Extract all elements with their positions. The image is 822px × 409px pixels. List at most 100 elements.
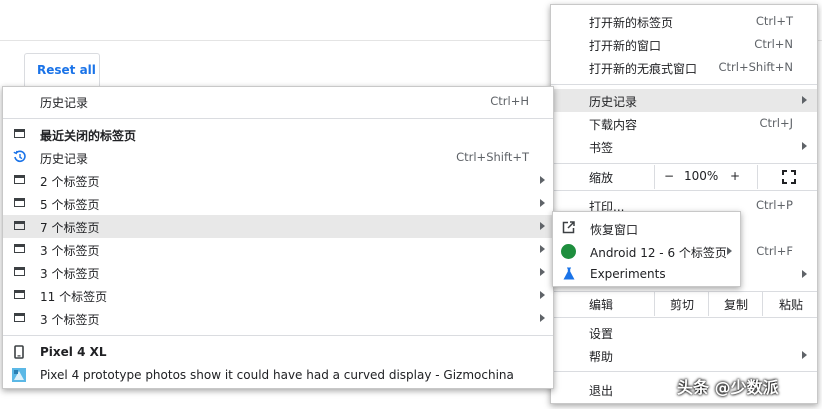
zoom-out-button[interactable]: − <box>654 165 683 189</box>
experiments-label: Experiments <box>590 267 666 281</box>
zoom-out-label: − <box>663 169 675 183</box>
tab-group-label: 11 个标签页 <box>40 290 108 304</box>
menu-item-settings[interactable]: 设置 <box>551 321 817 344</box>
history-label: 历史记录 <box>589 95 638 109</box>
downloads-shortcut: Ctrl+J <box>759 116 794 130</box>
menu-item-zoom: 缩放 − 100% + <box>551 165 817 189</box>
menu-item-bookmarks[interactable]: 书签 <box>551 135 817 158</box>
recently-closed-header: 最近关闭的标签页 <box>3 123 553 146</box>
device-header: Pixel 4 XL <box>3 341 553 364</box>
copy-button[interactable]: 复制 <box>708 292 763 316</box>
reset-all-tab[interactable]: Reset all <box>24 53 100 87</box>
menu-separator <box>551 163 817 164</box>
copy-label: 复制 <box>723 298 748 312</box>
tab-icon <box>14 175 25 184</box>
cut-button[interactable]: 剪切 <box>654 292 709 316</box>
tab-group-item[interactable]: 5 个标签页 <box>3 192 553 215</box>
submenu-arrow-icon <box>802 270 807 278</box>
menu-separator <box>551 84 817 85</box>
submenu-arrow-icon <box>802 142 807 150</box>
flask-icon <box>563 267 575 280</box>
menu-separator <box>551 190 817 191</box>
tab-group-item[interactable]: 3 个标签页 <box>3 261 553 284</box>
cut-label: 剪切 <box>669 298 694 312</box>
submenu-arrow-icon <box>540 245 545 253</box>
menu-item-new-tab[interactable]: 打开新的标签页 Ctrl+T <box>551 10 817 33</box>
zoom-in-label: + <box>729 169 741 183</box>
menu-item-help[interactable]: 帮助 <box>551 344 817 367</box>
history-header-label: 历史记录 <box>40 96 89 110</box>
menu-item-downloads[interactable]: 下载内容 Ctrl+J <box>551 112 817 135</box>
tab-group-item[interactable]: 3 个标签页 <box>3 238 553 261</box>
edit-label: 编辑 <box>589 298 614 312</box>
android-group-item[interactable]: Android 12 - 6 个标签页 <box>553 240 740 263</box>
window-menu: 恢复窗口 Android 12 - 6 个标签页 Experiments <box>552 211 741 287</box>
tab-group-item[interactable]: 7 个标签页 <box>3 215 553 238</box>
android-group-label: Android 12 - 6 个标签页 <box>590 246 727 260</box>
menu-separator <box>551 371 817 372</box>
tab-icon <box>14 129 25 138</box>
new-incognito-label: 打开新的无痕式窗口 <box>589 62 698 76</box>
paste-button[interactable]: 粘贴 <box>762 292 819 316</box>
reset-all-label: Reset all <box>37 63 96 77</box>
history-menu: 历史记录 Ctrl+H 最近关闭的标签页 历史记录 Ctrl+Shift+T 2… <box>2 86 554 389</box>
history-item-label: 历史记录 <box>40 152 89 166</box>
menu-separator <box>3 335 553 336</box>
tab-group-label: 7 个标签页 <box>40 221 100 235</box>
submenu-arrow-icon <box>540 222 545 230</box>
menu-separator <box>3 118 553 119</box>
print-shortcut: Ctrl+P <box>755 198 793 212</box>
history-item[interactable]: 历史记录 Ctrl+Shift+T <box>3 146 553 169</box>
new-window-label: 打开新的窗口 <box>589 39 662 53</box>
submenu-arrow-icon <box>540 314 545 322</box>
exit-label: 退出 <box>589 384 614 398</box>
tab-group-label: 3 个标签页 <box>40 267 100 281</box>
submenu-arrow-icon <box>540 199 545 207</box>
tab-icon <box>14 267 25 276</box>
zoom-in-button[interactable]: + <box>723 165 747 189</box>
tab-icon <box>14 290 25 299</box>
submenu-arrow-icon <box>540 291 545 299</box>
restore-window-item[interactable]: 恢复窗口 <box>553 217 740 240</box>
history-item-shortcut: Ctrl+Shift+T <box>456 150 529 164</box>
new-window-shortcut: Ctrl+N <box>754 37 793 51</box>
paste-label: 粘贴 <box>778 298 803 312</box>
history-header-item[interactable]: 历史记录 Ctrl+H <box>3 90 553 113</box>
tab-group-label: 3 个标签页 <box>40 313 100 327</box>
help-label: 帮助 <box>589 350 614 364</box>
fullscreen-button[interactable] <box>757 165 819 189</box>
submenu-arrow-icon <box>540 268 545 276</box>
menu-item-new-incognito[interactable]: 打开新的无痕式窗口 Ctrl+Shift+N <box>551 56 817 79</box>
bookmarks-label: 书签 <box>589 141 614 155</box>
new-tab-shortcut: Ctrl+T <box>755 14 793 28</box>
zoom-label: 缩放 <box>589 171 614 185</box>
main-menu: 打开新的标签页 Ctrl+T 打开新的窗口 Ctrl+N 打开新的无痕式窗口 C… <box>550 4 818 404</box>
new-tab-label: 打开新的标签页 <box>589 16 674 30</box>
submenu-arrow-icon <box>802 351 807 359</box>
zoom-value: 100% <box>684 169 719 183</box>
device-tab-item[interactable]: Pixel 4 prototype photos show it could h… <box>3 364 553 387</box>
tab-icon <box>14 221 25 230</box>
settings-label: 设置 <box>589 327 614 341</box>
experiments-item[interactable]: Experiments <box>553 263 740 286</box>
tab-icon <box>14 244 25 253</box>
tab-group-item[interactable]: 11 个标签页 <box>3 284 553 307</box>
menu-item-history[interactable]: 历史记录 <box>551 89 817 112</box>
tab-group-item[interactable]: 3 个标签页 <box>3 307 553 330</box>
tab-group-item[interactable]: 2 个标签页 <box>3 169 553 192</box>
watermark-text: 头条 @少数派 <box>677 378 779 397</box>
recently-closed-label: 最近关闭的标签页 <box>40 129 137 143</box>
menu-item-new-window[interactable]: 打开新的窗口 Ctrl+N <box>551 33 817 56</box>
tab-group-label: 2 个标签页 <box>40 175 100 189</box>
site-favicon-icon <box>12 368 26 382</box>
restore-window-icon <box>562 221 575 234</box>
menu-item-edit: 编辑 剪切 复制 粘贴 <box>551 292 817 316</box>
history-header-shortcut: Ctrl+H <box>490 94 529 108</box>
device-tab-label: Pixel 4 prototype photos show it could h… <box>40 368 514 382</box>
tab-icon <box>14 198 25 207</box>
menu-separator <box>551 317 817 318</box>
group-color-dot-icon <box>561 244 576 259</box>
downloads-label: 下载内容 <box>589 118 638 132</box>
device-name: Pixel 4 XL <box>40 345 107 359</box>
submenu-arrow-icon <box>802 96 807 104</box>
